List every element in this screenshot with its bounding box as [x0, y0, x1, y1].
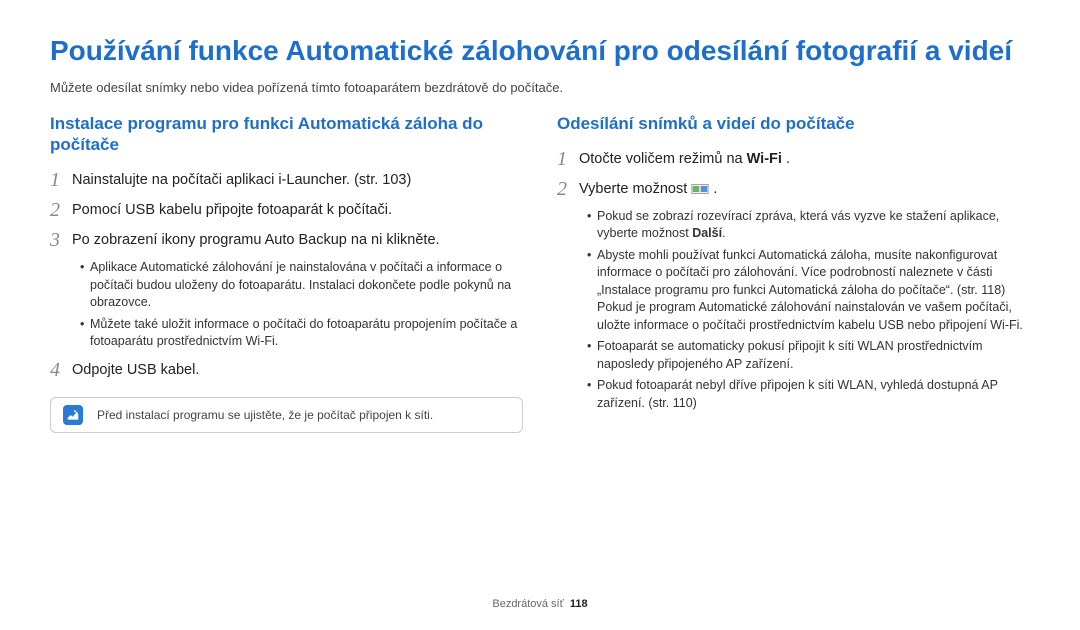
note-icon [63, 405, 83, 425]
note-text: Před instalací programu se ujistěte, že … [97, 408, 433, 422]
step-text: Nainstalujte na počítači aplikaci i-Laun… [72, 169, 411, 191]
text-fragment: Pokud se zobrazí rozevírací zpráva, kter… [597, 209, 999, 241]
step-number: 2 [50, 199, 72, 221]
left-step-3-bullets: Aplikace Automatické zálohování je nains… [80, 259, 523, 351]
mode-icon [691, 182, 709, 195]
step-text: Odpojte USB kabel. [72, 359, 199, 381]
right-step-2-bullets: Pokud se zobrazí rozevírací zpráva, kter… [587, 208, 1030, 413]
step-number: 2 [557, 178, 579, 200]
text-fragment: Vyberte možnost [579, 181, 691, 197]
page-title: Používání funkce Automatické zálohování … [50, 34, 1030, 68]
left-step-1: 1 Nainstalujte na počítači aplikaci i-La… [50, 169, 523, 191]
list-item: Můžete také uložit informace o počítači … [80, 316, 523, 351]
left-step-2: 2 Pomocí USB kabelu připojte fotoaparát … [50, 199, 523, 221]
step-text: Po zobrazení ikony programu Auto Backup … [72, 229, 440, 251]
step-number: 3 [50, 229, 72, 251]
note-box: Před instalací programu se ujistěte, že … [50, 397, 523, 433]
bold-text: Další [692, 226, 722, 240]
left-column: Instalace programu pro funkci Automatick… [50, 113, 523, 433]
right-step-2: 2 Vyberte možnost . [557, 178, 1030, 200]
page-footer: Bezdrátová síť 118 [0, 598, 1080, 610]
content-columns: Instalace programu pro funkci Automatick… [50, 113, 1030, 433]
step-text: Otočte voličem režimů na Wi-Fi . [579, 148, 790, 170]
step-text: Vyberte možnost . [579, 178, 717, 200]
right-column: Odesílání snímků a videí do počítače 1 O… [557, 113, 1030, 433]
right-heading: Odesílání snímků a videí do počítače [557, 113, 1030, 134]
right-step-1: 1 Otočte voličem režimů na Wi-Fi . [557, 148, 1030, 170]
left-heading: Instalace programu pro funkci Automatick… [50, 113, 523, 156]
step-text: Pomocí USB kabelu připojte fotoaparát k … [72, 199, 392, 221]
wifi-label: Wi-Fi [747, 151, 782, 167]
list-item: Pokud se zobrazí rozevírací zpráva, kter… [587, 208, 1030, 243]
footer-page-number: 118 [570, 598, 588, 610]
step-number: 1 [557, 148, 579, 170]
step-number: 1 [50, 169, 72, 191]
list-item: Pokud fotoaparát nebyl dříve připojen k … [587, 377, 1030, 412]
footer-section: Bezdrátová síť [492, 598, 563, 610]
left-step-3: 3 Po zobrazení ikony programu Auto Backu… [50, 229, 523, 251]
page-intro: Můžete odesílat snímky nebo videa poříze… [50, 80, 1030, 95]
left-step-4: 4 Odpojte USB kabel. [50, 359, 523, 381]
list-item: Abyste mohli používat funkci Automatická… [587, 247, 1030, 335]
text-fragment: Otočte voličem režimů na [579, 151, 747, 167]
step-number: 4 [50, 359, 72, 381]
list-item: Aplikace Automatické zálohování je nains… [80, 259, 523, 312]
list-item: Fotoaparát se automaticky pokusí připoji… [587, 338, 1030, 373]
